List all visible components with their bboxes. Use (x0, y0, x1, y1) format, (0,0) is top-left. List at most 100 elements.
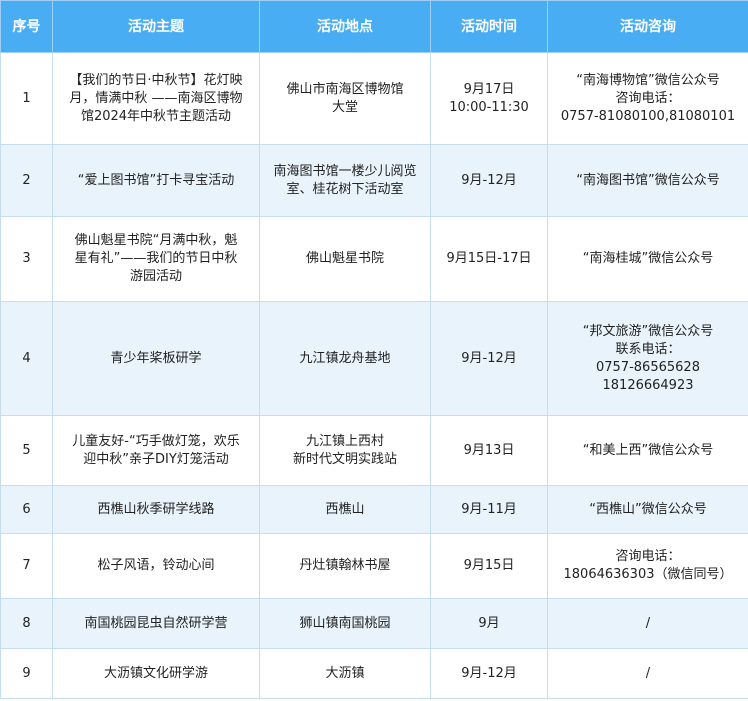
theme-line: 月，情满中秋 ——南海区博物 (69, 90, 243, 106)
place-line: 佛山市南海区博物馆 (286, 81, 404, 97)
theme-line: 【我们的节日·中秋节】花灯映 (69, 72, 243, 88)
table-row: 2 “爱上图书馆”打卡寻宝活动 南海图书馆一楼少儿阅览 室、桂花树下活动室 9月-12月… (0, 144, 748, 217)
table-row: 7 松子风语，铃动心间 丹灶镇翰林书屋 9月15日 咨询电话： 18064636303（微… (0, 533, 748, 599)
time-line: 9月15日-17日 (446, 251, 532, 266)
cell-time: 9月-12月 (430, 301, 548, 416)
consult-line: “和美上西”微信公众号 (582, 442, 714, 458)
consult-line: / (645, 615, 651, 631)
theme-line: 迎中秋”亲子DIY灯笼活动 (83, 451, 229, 467)
cell-no: 7 (0, 533, 53, 599)
cell-theme: 西樵山秋季研学线路 (52, 485, 260, 534)
cell-theme: 大沥镇文化研学游 (52, 648, 260, 699)
place-line: 狮山镇南国桃园 (299, 615, 391, 631)
consult-line: 18126664923 (602, 377, 694, 393)
time-line: 9月-11月 (461, 501, 517, 517)
cell-time: 9月15日-17日 (430, 216, 548, 302)
theme-line: 游园活动 (129, 269, 182, 284)
cell-consult: “南海图书馆”微信公众号 (547, 144, 748, 217)
cell-place: 南海图书馆一楼少儿阅览 室、桂花树下活动室 (259, 144, 431, 217)
cell-consult: “邦文旅游”微信公众号 联系电话： 0757-86565628 18126664923 (547, 301, 748, 416)
consult-line: 0757-81080100,81080101 (560, 108, 736, 124)
cell-place: 丹灶镇翰林书屋 (259, 533, 431, 599)
consult-line: “南海桂城”微信公众号 (582, 251, 714, 266)
cell-place: 九江镇上西村 新时代文明实践站 (259, 415, 431, 486)
theme-line: 西樵山秋季研学线路 (97, 501, 215, 517)
table-header-row: 序号 活动主题 活动地点 活动时间 活动咨询 (0, 0, 748, 53)
cell-no: 5 (0, 415, 53, 486)
theme-line: 儿童友好-“巧手做灯笼，欢乐 (72, 433, 240, 449)
time-line: 9月17日 (463, 81, 515, 97)
consult-line: “西樵山”微信公众号 (589, 501, 707, 517)
cell-no: 2 (0, 144, 53, 217)
cell-no: 3 (0, 216, 53, 302)
table-row: 3 佛山魁星书院“月满中秋，魁 星有礼”——我们的节日中秋 游园活动 佛山魁星书院 9月1… (0, 216, 748, 302)
time-line: 9月15日 (463, 558, 515, 573)
cell-place: 佛山魁星书院 (259, 216, 431, 302)
cell-consult: “南海桂城”微信公众号 (547, 216, 748, 302)
header-consult: 活动咨询 (547, 0, 748, 53)
cell-no: 9 (0, 648, 53, 699)
consult-line: 联系电话： (615, 341, 681, 357)
time-line: 9月-12月 (461, 665, 517, 681)
place-line: 佛山魁星书院 (305, 251, 384, 266)
consult-line: 咨询电话： (615, 549, 681, 564)
cell-time: 9月17日 10:00-11:30 (430, 52, 548, 145)
cell-consult: “南海博物馆”微信公众号 咨询电话： 0757-81080100,81080101 (547, 52, 748, 145)
cell-time: 9月13日 (430, 415, 548, 486)
cell-no: 8 (0, 598, 53, 649)
cell-theme: 儿童友好-“巧手做灯笼，欢乐 迎中秋”亲子DIY灯笼活动 (52, 415, 260, 486)
header-place: 活动地点 (259, 0, 431, 53)
consult-line: / (645, 665, 651, 681)
time-line: 9月-12月 (461, 350, 517, 366)
cell-time: 9月15日 (430, 533, 548, 599)
consult-line: “邦文旅游”微信公众号 (582, 323, 714, 339)
consult-line: 18064636303（微信同号） (563, 567, 733, 582)
theme-line: 松子风语，铃动心间 (97, 558, 215, 573)
cell-consult: / (547, 598, 748, 649)
theme-line: 大沥镇文化研学游 (103, 665, 208, 681)
table-row: 6 西樵山秋季研学线路 西樵山 9月-11月 “西樵山”微信公众号 (0, 485, 748, 534)
cell-time: 9月-12月 (430, 144, 548, 217)
time-line: 10:00-11:30 (449, 99, 529, 115)
cell-place: 佛山市南海区博物馆 大堂 (259, 52, 431, 145)
cell-time: 9月-12月 (430, 648, 548, 699)
cell-theme: 南国桃园昆虫自然研学营 (52, 598, 260, 649)
header-time: 活动时间 (430, 0, 548, 53)
place-line: 西樵山 (325, 501, 365, 517)
time-line: 9月-12月 (461, 172, 517, 188)
consult-line: “南海博物馆”微信公众号 (576, 72, 720, 88)
place-line: 九江镇龙舟基地 (299, 350, 391, 366)
consult-line: 0757-86565628 (596, 359, 700, 375)
place-line: 九江镇上西村 (305, 433, 384, 449)
table-row: 4 青少年桨板研学 九江镇龙舟基地 9月-12月 “邦文旅游”微信公众号 联系电话： 075… (0, 301, 748, 416)
theme-line: 佛山魁星书院“月满中秋，魁 (74, 233, 238, 248)
cell-consult: 咨询电话： 18064636303（微信同号） (547, 533, 748, 599)
cell-time: 9月 (430, 598, 548, 649)
header-no: 序号 (0, 0, 53, 53)
cell-theme: “爱上图书馆”打卡寻宝活动 (52, 144, 260, 217)
cell-no: 1 (0, 52, 53, 145)
cell-theme: 【我们的节日·中秋节】花灯映 月，情满中秋 ——南海区博物 馆2024年中秋节主题活… (52, 52, 260, 145)
activity-table: 序号 活动主题 活动地点 活动时间 活动咨询 1 【我们的节日·中秋节】花灯映 月，… (0, 0, 748, 699)
place-line: 大堂 (331, 99, 358, 115)
place-line: 大沥镇 (325, 665, 365, 681)
theme-line: 馆2024年中秋节主题活动 (80, 108, 232, 124)
cell-theme: 松子风语，铃动心间 (52, 533, 260, 599)
cell-theme: 佛山魁星书院“月满中秋，魁 星有礼”——我们的节日中秋 游园活动 (52, 216, 260, 302)
consult-line: 咨询电话： (615, 90, 681, 106)
cell-place: 九江镇龙舟基地 (259, 301, 431, 416)
table-row: 5 儿童友好-“巧手做灯笼，欢乐 迎中秋”亲子DIY灯笼活动 九江镇上西村 新时代文明实… (0, 415, 748, 486)
place-line: 新时代文明实践站 (292, 451, 397, 467)
place-line: 室、桂花树下活动室 (286, 181, 404, 197)
cell-no: 4 (0, 301, 53, 416)
table-body: 1 【我们的节日·中秋节】花灯映 月，情满中秋 ——南海区博物 馆2024年中秋节主题… (0, 52, 748, 699)
theme-line: 星有礼”——我们的节日中秋 (74, 251, 238, 266)
cell-place: 西樵山 (259, 485, 431, 534)
theme-line: 南国桃园昆虫自然研学营 (84, 615, 228, 631)
table-row: 8 南国桃园昆虫自然研学营 狮山镇南国桃园 9月 / (0, 598, 748, 649)
theme-line: 青少年桨板研学 (110, 350, 202, 366)
cell-time: 9月-11月 (430, 485, 548, 534)
time-line: 9月13日 (463, 442, 515, 458)
cell-consult: “和美上西”微信公众号 (547, 415, 748, 486)
place-line: 丹灶镇翰林书屋 (299, 558, 391, 573)
